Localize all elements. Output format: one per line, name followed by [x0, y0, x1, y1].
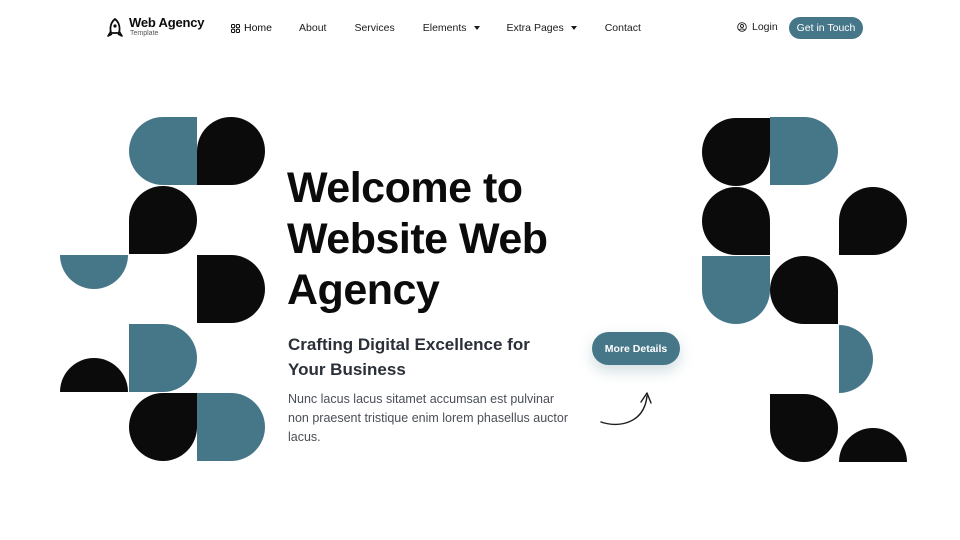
shape [839, 187, 907, 255]
shape [770, 256, 838, 324]
shape [197, 117, 265, 185]
shape [60, 358, 128, 392]
shape [129, 186, 197, 254]
curved-arrow-icon [600, 392, 652, 426]
shape [770, 394, 838, 462]
shape [839, 325, 873, 393]
shape [702, 187, 770, 255]
more-details-button[interactable]: More Details [592, 332, 680, 365]
shape [129, 324, 197, 392]
shape [839, 428, 907, 462]
shape [702, 118, 770, 186]
shape [197, 255, 265, 323]
hero-subtitle: Crafting Digital Excellence for Your Bus… [288, 335, 530, 379]
shape [197, 393, 265, 461]
shape [129, 393, 197, 461]
shape [129, 117, 197, 185]
shape [770, 117, 838, 185]
shape [702, 256, 770, 324]
shape [60, 255, 128, 289]
hero-title: Welcome to Website Web Agency [287, 164, 548, 314]
hero-description: Nunc lacus lacus sitamet accumsan est pu… [288, 392, 569, 444]
